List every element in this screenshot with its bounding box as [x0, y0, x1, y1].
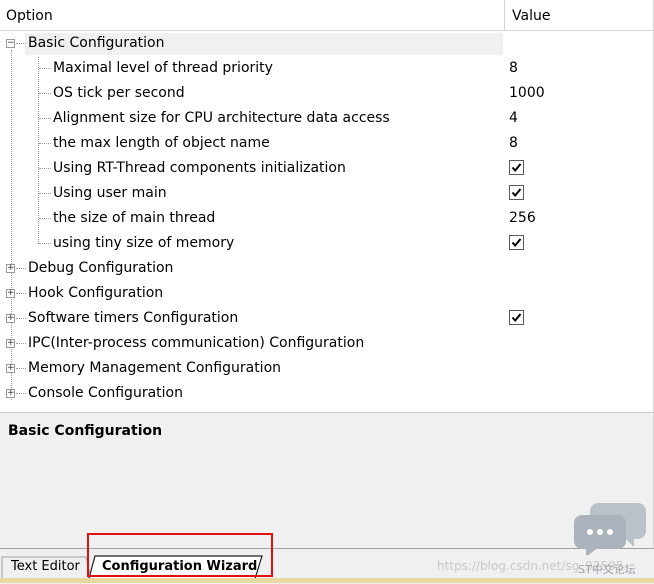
group-label: Memory Management Configuration	[28, 360, 282, 376]
tree-guide-line	[16, 393, 26, 394]
tree-group-row[interactable]: + Memory Management Configuration	[0, 356, 653, 381]
tree-group-row[interactable]: − Basic Configuration	[0, 31, 653, 56]
configuration-grid: Option Value − Basic Configuration Maximal…	[0, 0, 654, 412]
tree-guide-line	[39, 68, 51, 69]
tree-item-row[interactable]: Maximal level of thread priority 8	[0, 56, 653, 81]
option-column-header[interactable]: Option	[6, 8, 53, 24]
tree-item-row[interactable]: Using RT-Thread components initializatio…	[0, 156, 653, 181]
plus-box-icon[interactable]: +	[6, 389, 15, 398]
option-checkbox[interactable]	[509, 160, 524, 175]
watermark-brand: ST中文论坛	[578, 563, 636, 576]
tree-group-row[interactable]: + Software timers Configuration	[0, 306, 653, 331]
plus-box-icon[interactable]: +	[6, 364, 15, 373]
tree-guide-line	[16, 293, 26, 294]
option-label: the size of main thread	[53, 210, 216, 226]
option-label: Using user main	[53, 185, 167, 201]
tree-group-row[interactable]: + Debug Configuration	[0, 256, 653, 281]
tree-guide-line	[39, 93, 51, 94]
tree-guide-line	[39, 193, 51, 194]
group-label: IPC(Inter-process communication) Configu…	[28, 335, 365, 351]
option-label: Alignment size for CPU architecture data…	[53, 110, 390, 126]
tab-text-editor-label: Text Editor	[11, 559, 80, 574]
tab-configuration-wizard-label: Configuration Wizard	[102, 559, 258, 574]
option-checkbox[interactable]	[509, 185, 524, 200]
option-value[interactable]: 8	[509, 60, 518, 76]
status-strip	[0, 578, 654, 583]
checkmark-icon	[511, 162, 522, 173]
group-label: Basic Configuration	[28, 35, 165, 51]
option-value[interactable]: 256	[509, 210, 536, 226]
option-checkbox[interactable]	[509, 235, 524, 250]
option-label: the max length of object name	[53, 135, 270, 151]
checkmark-icon	[511, 237, 522, 248]
tree-item-row[interactable]: OS tick per second 1000	[0, 81, 653, 106]
tree-group-row[interactable]: + Hook Configuration	[0, 281, 653, 306]
option-label: using tiny size of memory	[53, 235, 235, 251]
plus-box-icon[interactable]: +	[6, 289, 15, 298]
tree-item-row[interactable]: using tiny size of memory	[0, 231, 653, 256]
tree-item-row[interactable]: the size of main thread 256	[0, 206, 653, 231]
tree-guide-line	[39, 118, 51, 119]
checkmark-icon	[511, 312, 522, 323]
group-label: Console Configuration	[28, 385, 183, 401]
chat-bubbles-icon	[574, 503, 646, 555]
tree-guide-line	[16, 368, 26, 369]
tree-guide-line	[16, 268, 26, 269]
description-title: Basic Configuration	[8, 423, 163, 439]
tree-item-row[interactable]: Using user main	[0, 181, 653, 206]
description-panel: Basic Configuration	[0, 412, 654, 548]
option-value[interactable]: 1000	[509, 85, 545, 101]
tree-guide-line	[16, 318, 26, 319]
group-label: Debug Configuration	[28, 260, 174, 276]
option-value[interactable]: 4	[509, 110, 518, 126]
tree-guide-line	[39, 218, 51, 219]
option-label: OS tick per second	[53, 85, 185, 101]
checkmark-icon	[511, 187, 522, 198]
option-label: Using RT-Thread components initializatio…	[53, 160, 346, 176]
tree-guide-line	[39, 168, 51, 169]
tree-guide-line	[39, 243, 51, 244]
option-value[interactable]: 8	[509, 135, 518, 151]
value-column-header[interactable]: Value	[512, 8, 550, 24]
tree-item-row[interactable]: Alignment size for CPU architecture data…	[0, 106, 653, 131]
plus-box-icon[interactable]: +	[6, 264, 15, 273]
plus-box-icon[interactable]: +	[6, 314, 15, 323]
option-checkbox[interactable]	[509, 310, 524, 325]
tree-item-row[interactable]: the max length of object name 8	[0, 131, 653, 156]
group-label: Software timers Configuration	[28, 310, 239, 326]
option-label: Maximal level of thread priority	[53, 60, 273, 76]
tree-group-row[interactable]: + Console Configuration	[0, 381, 653, 406]
tree-guide-line	[16, 343, 26, 344]
minus-box-icon[interactable]: −	[6, 39, 15, 48]
grid-header: Option Value	[0, 0, 653, 31]
tree-guide-line	[16, 43, 26, 44]
group-label: Hook Configuration	[28, 285, 164, 301]
plus-box-icon[interactable]: +	[6, 339, 15, 348]
tree-group-row[interactable]: + IPC(Inter-process communication) Config…	[0, 331, 653, 356]
tree-guide-line	[39, 143, 51, 144]
column-divider[interactable]	[504, 0, 505, 30]
